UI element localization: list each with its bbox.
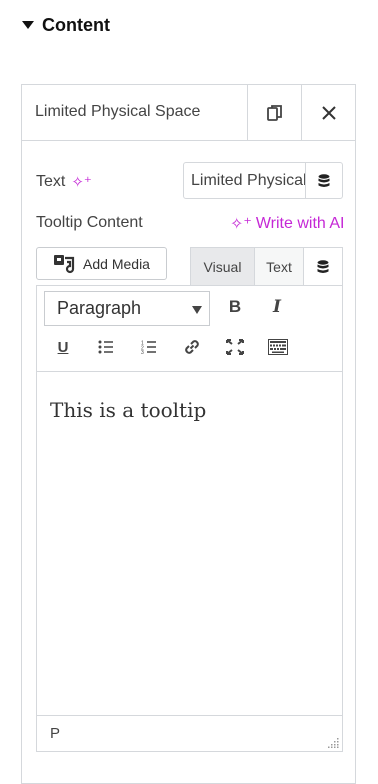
underline-button[interactable]: U (50, 334, 76, 360)
bullet-list-icon (98, 340, 113, 354)
fullscreen-icon (226, 339, 244, 355)
dynamic-tags-button[interactable] (305, 163, 342, 198)
toolbar-toggle-button[interactable] (265, 334, 291, 360)
item-title: Limited Physical Space (35, 103, 201, 120)
rich-text-editor: Paragraph B I U 1 2 3 This is a tooltip … (36, 285, 343, 752)
resize-handle-icon[interactable] (327, 736, 339, 748)
italic-button[interactable]: I (264, 294, 290, 320)
chevron-down-icon (192, 306, 202, 314)
keyboard-icon (268, 339, 288, 355)
editor-dynamic-tags-button[interactable] (304, 248, 342, 285)
editor-content[interactable]: This is a tooltip (50, 398, 206, 422)
duplicate-button[interactable] (247, 85, 301, 140)
add-media-icon (54, 254, 75, 273)
caret-down-icon (22, 21, 34, 29)
database-icon (317, 259, 329, 273)
insert-link-button[interactable] (179, 334, 205, 360)
repeater-item-header[interactable]: Limited Physical Space (22, 85, 355, 141)
section-title: Content (42, 14, 110, 35)
add-media-button[interactable]: Add Media (36, 247, 167, 280)
duplicate-icon (266, 104, 282, 121)
fullscreen-button[interactable] (222, 334, 248, 360)
tab-text[interactable]: Text (255, 248, 304, 285)
remove-button[interactable] (301, 85, 355, 140)
format-select[interactable]: Paragraph (44, 291, 210, 326)
database-icon (318, 173, 330, 187)
bullet-list-button[interactable] (93, 334, 119, 360)
numbered-list-button[interactable]: 1 2 3 (136, 334, 162, 360)
text-field (183, 162, 343, 199)
sparkle-icon: ✧⁺ (230, 216, 252, 233)
repeater-item-panel: Limited Physical Space Text ✧⁺ Tooltip C… (21, 84, 356, 784)
close-icon (321, 105, 336, 120)
editor-tabs: Visual Text (190, 247, 343, 285)
add-media-label: Add Media (83, 255, 150, 272)
bold-button[interactable]: B (222, 294, 248, 320)
tooltip-content-label: Tooltip Content (36, 214, 143, 231)
editor-content-area[interactable]: This is a tooltip (37, 372, 342, 716)
text-input[interactable] (184, 163, 305, 198)
write-with-ai-label: Write with AI (255, 215, 345, 232)
editor-toolbar: Paragraph B I U 1 2 3 (37, 286, 342, 372)
element-path[interactable]: P (50, 725, 60, 742)
sparkle-icon[interactable]: ✧⁺ (71, 173, 92, 191)
svg-text:3: 3 (141, 350, 144, 354)
numbered-list-icon: 1 2 3 (141, 341, 156, 354)
text-field-label: Text (36, 173, 66, 190)
tab-visual[interactable]: Visual (191, 248, 255, 285)
link-icon (185, 340, 199, 354)
format-select-value: Paragraph (57, 298, 142, 318)
text-field-label-row: Text ✧⁺ (36, 173, 92, 191)
editor-status-bar: P (37, 715, 342, 751)
write-with-ai-button[interactable]: ✧⁺ Write with AI (230, 214, 344, 234)
content-section-header[interactable]: Content (22, 12, 110, 38)
